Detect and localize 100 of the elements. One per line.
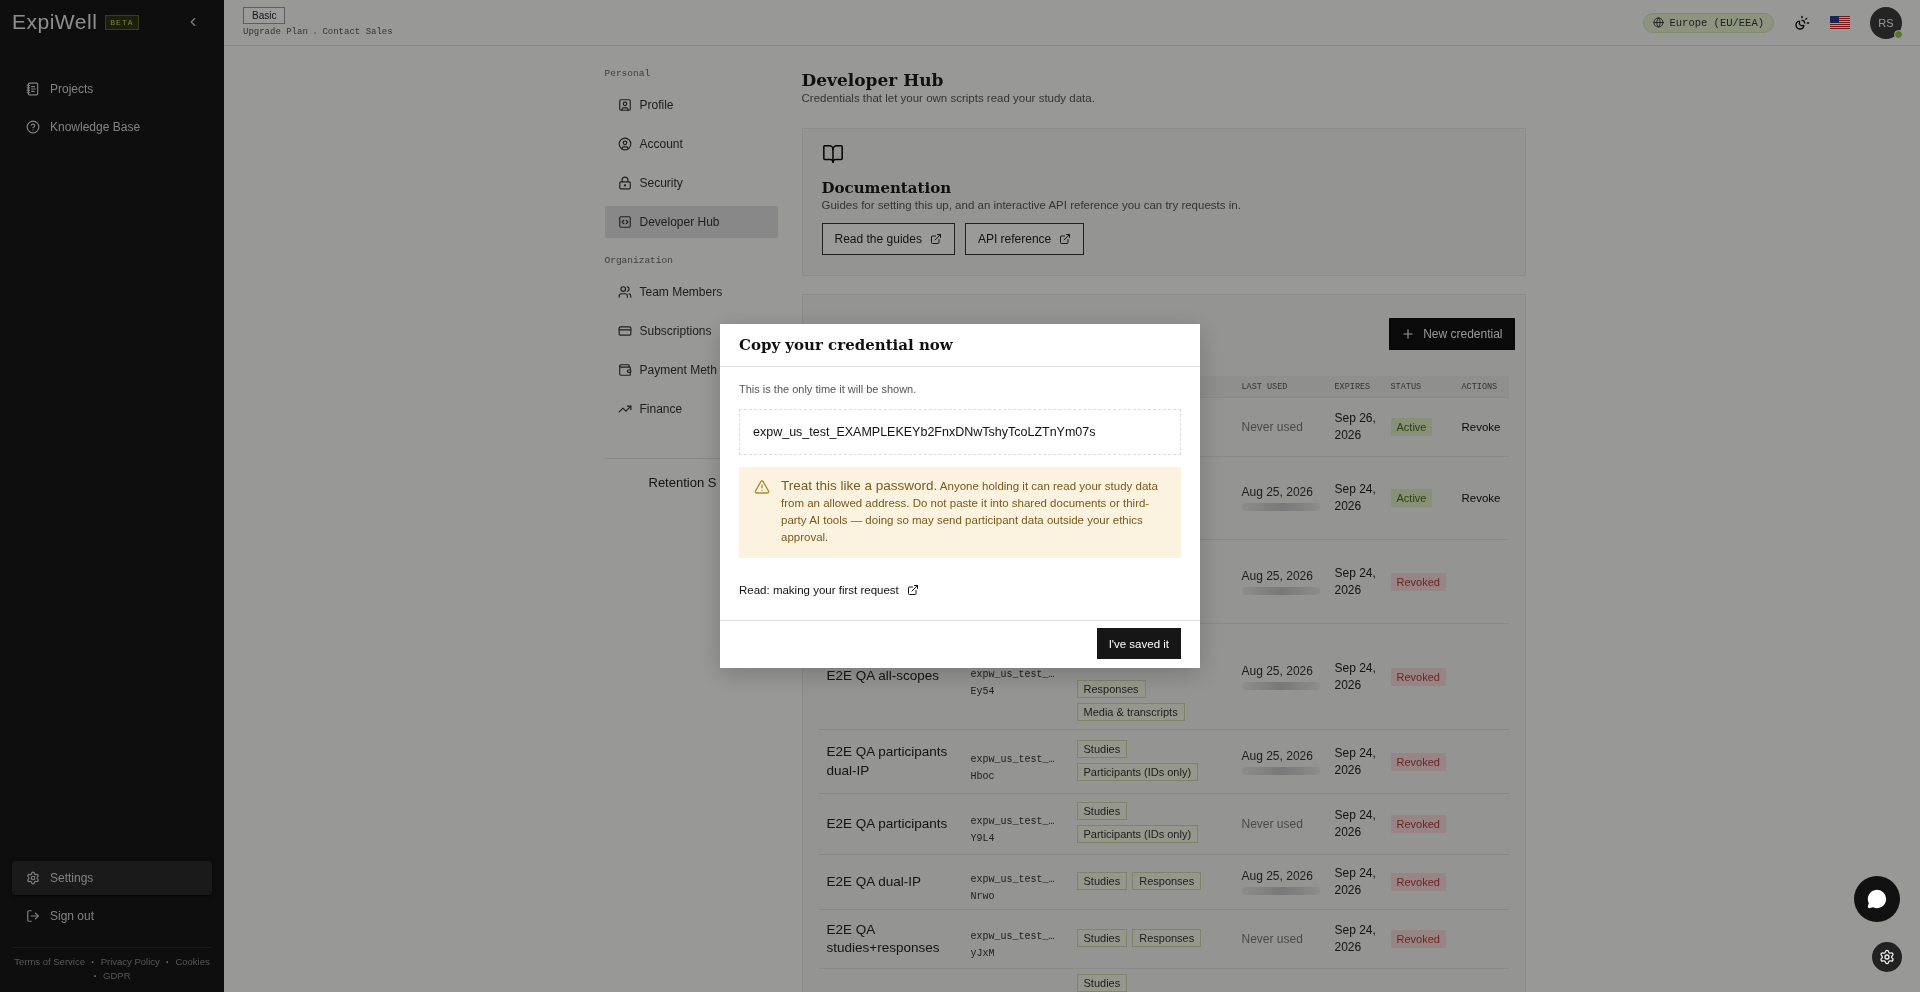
last-used-date: Never used [1241, 420, 1303, 434]
column-header: ACTIONS [1460, 381, 1499, 392]
scope-tag: Participants (IDs only) [1076, 762, 1199, 781]
beta-badge: BETA [105, 14, 139, 30]
status-tag: Revoked [1390, 752, 1446, 771]
sidebar-item[interactable]: Knowledge Base [12, 110, 212, 144]
separator-dot: · [165, 956, 170, 968]
plan-link[interactable]: Upgrade Plan [243, 26, 308, 39]
scope-tag: Studies [1076, 974, 1128, 992]
credential-name: E2E QA participants dual-IP [826, 743, 949, 780]
credential-name: E2E QA studies+responses [826, 920, 941, 957]
credential-field[interactable]: expw_us_test_EXAMPLEKEYb2FnxDNwTshyTcoLZTnYm07s [739, 409, 1181, 455]
expiry-date: Sep 24, 2026 [1334, 807, 1377, 841]
page-title: Developer Hub [801, 70, 945, 90]
credit-card-icon [617, 324, 632, 338]
last-used-date: Aug 25, 2026 [1241, 568, 1313, 583]
code-icon [617, 215, 632, 229]
card-description: Guides for setting this up, and an interactive API reference you can try requests in. [821, 199, 1242, 211]
credential-name: E2E QA all-scopes [826, 667, 941, 686]
settings-nav-item[interactable]: Security [604, 167, 778, 199]
plan-link[interactable]: Contact Sales [322, 26, 393, 39]
external-link-icon [1059, 233, 1072, 245]
settings-nav-item[interactable]: Account [604, 128, 778, 160]
scope-tag: Responses [1132, 871, 1202, 890]
scope-tag: Studies [1076, 928, 1128, 947]
expiry-date: Sep 24, 2026 [1334, 564, 1377, 599]
revoke-link[interactable]: Revoke [1461, 492, 1501, 504]
key-prefix: expw_us_test_… [970, 752, 1055, 767]
key-suffix: Hboc [970, 769, 995, 784]
flag-icon[interactable] [1830, 15, 1850, 30]
settings-nav-item[interactable]: Team Members [604, 276, 778, 308]
credential-name: E2E QA dual-IP [826, 872, 923, 891]
scope-tag: Studies [1076, 739, 1128, 758]
last-used-date: Aug 25, 2026 [1241, 485, 1313, 499]
help-icon [26, 120, 40, 134]
settings-nav-item[interactable]: Profile [604, 89, 778, 121]
column-header: LAST USED [1240, 381, 1289, 392]
scope-tag: Responses [1132, 928, 1202, 947]
scope-tag: Studies [1076, 802, 1128, 820]
key-suffix: Ey54 [970, 684, 995, 699]
revoke-link[interactable]: Revoke [1461, 421, 1501, 433]
status-tag: Revoked [1390, 873, 1446, 891]
region-pill[interactable]: Europe (EU/EEA) [1643, 12, 1774, 33]
key-suffix: Nrwo [970, 890, 995, 904]
guide-link[interactable]: Read: making your first request [739, 584, 919, 596]
book-icon [821, 143, 844, 165]
scope-tag: Studies [1076, 871, 1128, 890]
external-link-icon [929, 233, 942, 245]
app-logo: ExpiWell [12, 10, 98, 34]
last-used-date: Aug 25, 2026 [1241, 869, 1313, 883]
scope-tag: Participants (IDs only) [1076, 825, 1199, 843]
separator-dot: · [93, 970, 98, 982]
expiry-date: Sep 24, 2026 [1334, 922, 1377, 956]
section-label: Personal [604, 68, 652, 79]
user-avatar[interactable]: RS [1870, 6, 1902, 39]
status-tag: Revoked [1390, 572, 1446, 591]
scope-tag: Media & transcripts [1076, 703, 1185, 721]
external-link-icon [906, 584, 919, 596]
lock-icon [617, 176, 632, 190]
last-used-date: Never used [1241, 932, 1303, 946]
sidebar-item[interactable]: Settings [12, 861, 212, 895]
wallet-icon [617, 363, 632, 377]
expiry-date: Sep 24, 2026 [1334, 481, 1377, 515]
key-prefix: expw_us_test_… [970, 930, 1055, 944]
globe-icon [1653, 17, 1665, 28]
docs-link-button[interactable]: API reference [964, 223, 1085, 255]
user-card-icon [617, 98, 632, 112]
sidebar-item[interactable]: Sign out [12, 899, 212, 933]
separator-dot: · [311, 26, 319, 39]
saved-button[interactable]: I've saved it [1096, 628, 1181, 659]
separator-dot: · [90, 956, 95, 968]
expiry-date: Sep 24, 2026 [1334, 659, 1377, 694]
settings-icon [1879, 949, 1895, 965]
last-used-date: Aug 25, 2026 [1241, 748, 1313, 763]
expiry-date: Sep 24, 2026 [1334, 744, 1377, 779]
card-title: Documentation [821, 179, 953, 197]
status-tag: Active [1390, 418, 1433, 436]
warning-text: Treat this like a password. Anyone holding it can read your study data from an allowed address. Do not paste it into shared documents or third-party AI tools — doing so may send participant data outside your ethics approval. [781, 477, 1159, 545]
key-prefix: expw_us_test_… [970, 667, 1055, 682]
key-suffix: yJxM [970, 947, 995, 961]
plus-icon [1401, 327, 1416, 341]
sign-out-icon [26, 909, 40, 923]
section-label: Organization [604, 255, 674, 266]
status-tag: Revoked [1390, 930, 1446, 948]
sidebar-item[interactable]: Projects [12, 72, 212, 106]
dialog-title: Copy your credential now [720, 324, 1200, 367]
settings-icon [26, 871, 40, 885]
chat-icon [1867, 889, 1887, 909]
dialog-note: This is the only time it will be shown. [739, 383, 918, 395]
docs-link-button[interactable]: Read the guides [821, 223, 955, 255]
expiry-date: Sep 26, 2026 [1334, 410, 1377, 444]
settings-nav-item[interactable]: Developer Hub [604, 206, 778, 238]
status-tag: Revoked [1390, 815, 1446, 833]
credential-name: E2E QA participants [826, 814, 949, 833]
page-subtitle: Credentials that let your own scripts read your study data. [801, 92, 1096, 104]
key-prefix: expw_us_test_… [970, 873, 1055, 887]
theme-icon[interactable] [1794, 14, 1810, 31]
new-credential-button[interactable]: New credential [1389, 318, 1515, 350]
user-icon [617, 137, 632, 151]
retention-title: Retention S [648, 475, 717, 490]
